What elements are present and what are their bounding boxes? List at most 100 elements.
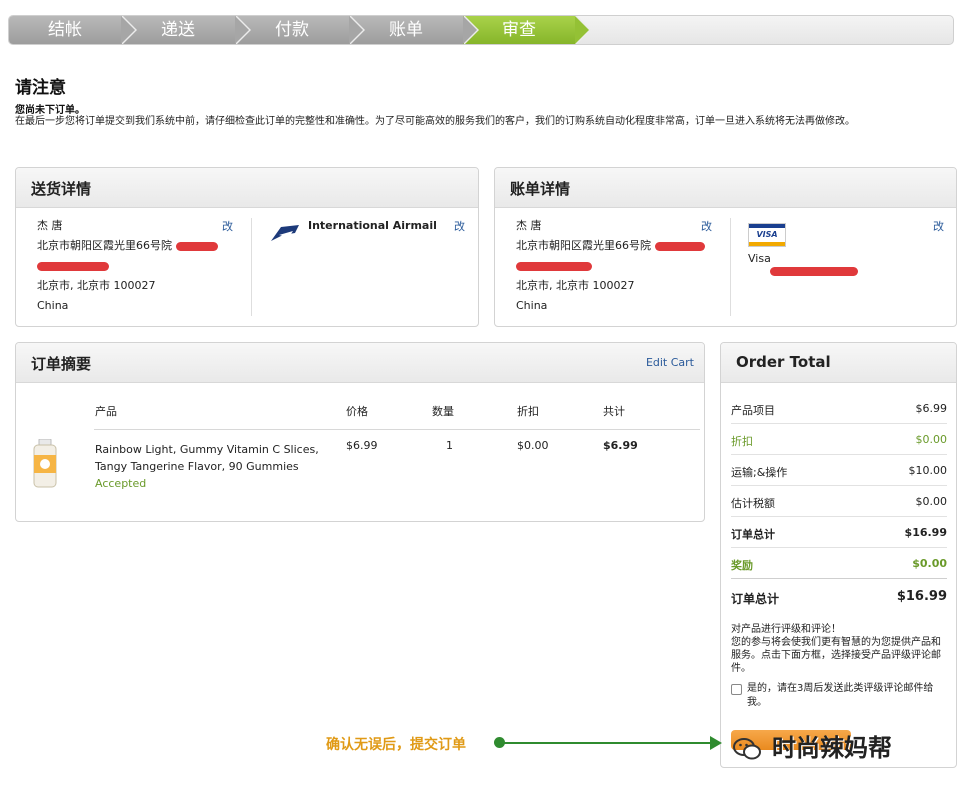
billing-card-label: Visa (748, 252, 771, 265)
card-label-text: Visa (748, 252, 771, 265)
shipping-title: 送货详情 (31, 180, 92, 198)
visa-card-brand: VISA (756, 230, 778, 239)
redaction-mark (655, 241, 705, 251)
total-row-shipping: 运输;&操作 $10.00 (731, 455, 947, 486)
total-row-label: 奖励 (731, 559, 753, 572)
grand-total-value: $16.99 (896, 589, 947, 604)
shipping-country: China (37, 299, 69, 312)
product-name-line2: Tangy Tangerine Flavor, 90 Gummies (95, 460, 299, 473)
step-label: 审查 (502, 20, 536, 40)
total-row-label: 运输;&操作 (731, 466, 788, 479)
billing-title: 账单详情 (510, 180, 571, 198)
step-label: 付款 (275, 20, 309, 40)
total-row-discount: 折扣 $0.00 (731, 424, 947, 455)
callout-line (500, 742, 716, 744)
product-status: Accepted (95, 477, 147, 490)
order-summary-panel: 订单摘要 Edit Cart 产品 价格 数量 折扣 共计 Rainbow Li… (15, 342, 705, 522)
shipping-address-edit-link[interactable]: 改 (222, 218, 233, 234)
grand-total-label: 订单总计 (731, 592, 780, 606)
wechat-icon (733, 738, 761, 760)
review-email-checkbox[interactable] (731, 684, 742, 695)
shipping-panel-header: 送货详情 (16, 168, 478, 208)
column-header-qty: 数量 (432, 405, 454, 418)
step-label: 结帐 (48, 20, 82, 40)
shipping-city-line: 北京市, 北京市 100027 (37, 279, 156, 292)
shipping-method-edit-link[interactable]: 改 (454, 218, 465, 234)
billing-panel: 账单详情 杰 唐 北京市朝阳区霞光里66号院 北京市, 北京市 100027 C… (494, 167, 957, 327)
redaction-mark (516, 261, 592, 271)
order-summary-header: 订单摘要 Edit Cart (16, 343, 704, 383)
total-row-label: 估计税额 (731, 497, 775, 510)
step-delivery[interactable]: 递送 (121, 16, 251, 44)
total-row-label: 产品项目 (731, 404, 775, 417)
product-name-line1: Rainbow Light, Gummy Vitamin C Slices, (95, 443, 319, 456)
divider (251, 218, 252, 316)
review-prompt: 对产品进行评级和评论！ 您的参与将会使我们更有智慧的为您提供产品和服务。点击下面… (731, 623, 947, 675)
notice-text: 在最后一步您将订单提交到我们系统中前，请仔细检查此订单的完整性和准确性。为了尽可… (15, 116, 855, 127)
total-row-order-total: 订单总计 $16.99 (731, 517, 947, 548)
order-total-header: Order Total (721, 343, 956, 383)
review-title: 对产品进行评级和评论！ (731, 624, 841, 635)
shipping-panel: 送货详情 杰 唐 北京市朝阳区霞光里66号院 北京市, 北京市 100027 C… (15, 167, 479, 327)
product-bottle-image (33, 439, 57, 488)
product-name: Rainbow Light, Gummy Vitamin C Slices, T… (95, 441, 319, 492)
watermark-text: 时尚辣妈帮 (772, 734, 892, 762)
order-total-title: Order Total (736, 353, 831, 371)
billing-panel-header: 账单详情 (495, 168, 956, 208)
shipping-address-line1: 北京市朝阳区霞光里66号院 (37, 239, 172, 252)
billing-name: 杰 唐 (516, 219, 542, 232)
divider (94, 429, 700, 430)
order-summary-title: 订单摘要 (31, 355, 92, 373)
column-header-price: 价格 (346, 405, 368, 418)
product-price: $6.99 (346, 439, 378, 452)
visa-card-icon: VISA (748, 223, 786, 247)
total-row-value: $10.00 (908, 464, 948, 477)
redaction-mark (770, 267, 858, 276)
total-row-tax: 估计税额 $0.00 (731, 486, 947, 517)
total-row-label: 订单总计 (731, 528, 775, 541)
grand-total-row: 订单总计 $16.99 (731, 581, 947, 615)
usps-eagle-icon (269, 223, 301, 243)
edit-cart-link[interactable]: Edit Cart (646, 356, 694, 369)
step-label: 递送 (161, 20, 195, 40)
step-payment[interactable]: 付款 (235, 16, 365, 44)
callout-arrow-icon (710, 736, 722, 750)
total-row-rewards: 奖励 $0.00 (731, 548, 947, 579)
total-row-value: $0.00 (915, 433, 948, 446)
total-row-value: $16.99 (904, 526, 947, 539)
total-row-value: $6.99 (915, 402, 948, 415)
notice-subtitle: 您尚未下订单。 (15, 105, 85, 116)
order-total-panel: Order Total 产品项目 $6.99 折扣 $0.00 运输;&操作 $… (720, 342, 957, 768)
billing-card-edit-link[interactable]: 改 (933, 218, 944, 234)
shipping-name: 杰 唐 (37, 219, 63, 232)
total-row-value: $0.00 (912, 557, 947, 570)
billing-city-line: 北京市, 北京市 100027 (516, 279, 635, 292)
billing-address: 杰 唐 北京市朝阳区霞光里66号院 北京市, 北京市 100027 China (516, 216, 705, 316)
submit-callout-text: 确认无误后，提交订单 (326, 737, 466, 753)
redaction-mark (37, 261, 109, 271)
step-checkout[interactable]: 结帐 (9, 16, 137, 44)
billing-country: China (516, 299, 548, 312)
billing-address-line1: 北京市朝阳区霞光里66号院 (516, 239, 651, 252)
notice-title: 请注意 (15, 78, 66, 98)
product-total: $6.99 (603, 439, 638, 452)
step-review: 审查 (463, 16, 591, 44)
shipping-address: 杰 唐 北京市朝阳区霞光里66号院 北京市, 北京市 100027 China (37, 216, 218, 316)
product-qty: 1 (446, 439, 453, 452)
redaction-mark (176, 241, 218, 251)
product-discount: $0.00 (517, 439, 549, 452)
billing-address-edit-link[interactable]: 改 (701, 218, 712, 234)
shipping-method: International Airmail (308, 219, 437, 232)
column-header-discount: 折扣 (517, 405, 539, 418)
column-header-total: 共计 (603, 405, 625, 418)
total-row-label: 折扣 (731, 435, 753, 448)
column-header-product: 产品 (95, 405, 117, 418)
step-billing[interactable]: 账单 (349, 16, 479, 44)
review-text: 您的参与将会使我们更有智慧的为您提供产品和服务。点击下面方框，选择接受产品评级评… (731, 637, 941, 674)
total-row-value: $0.00 (915, 495, 948, 508)
review-email-checkbox-label: 是的，请在3周后发送此类评级评论邮件给我。 (747, 683, 934, 708)
divider (730, 218, 731, 316)
total-row-subtotal: 产品项目 $6.99 (731, 393, 947, 424)
step-label: 账单 (389, 20, 423, 40)
checkout-steps: 结帐 递送 付款 账单 审查 (8, 15, 954, 45)
